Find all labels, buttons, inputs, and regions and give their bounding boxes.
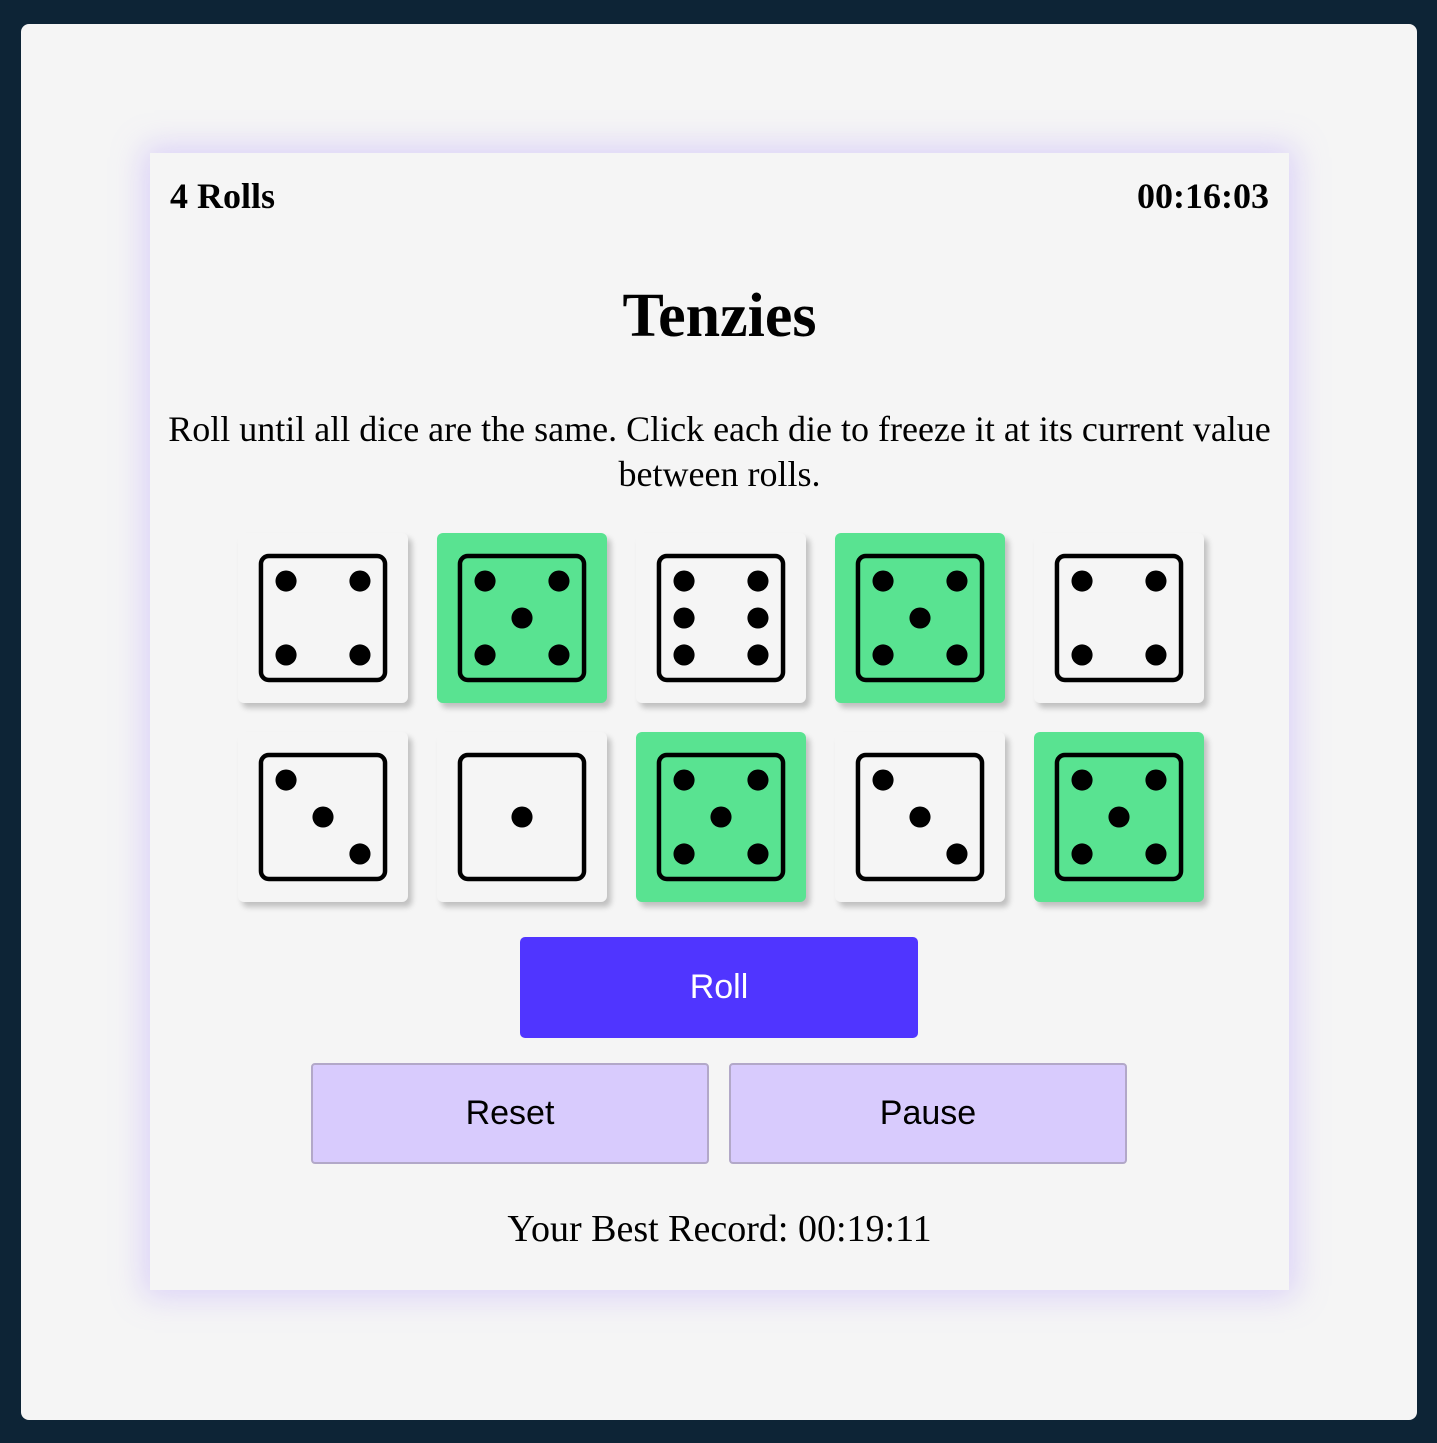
die-6[interactable]	[238, 732, 408, 902]
die-pip	[673, 644, 695, 666]
die-pip	[946, 843, 968, 865]
die-face-5-icon	[656, 752, 786, 882]
rolls-counter: 4 Rolls	[170, 176, 276, 216]
die-face-5-icon	[1054, 752, 1184, 882]
die-pip	[747, 769, 769, 791]
die-10[interactable]	[1034, 732, 1204, 902]
pause-button[interactable]: Pause	[729, 1063, 1127, 1164]
die-pip	[909, 806, 931, 828]
die-pip	[275, 570, 297, 592]
die-7[interactable]	[437, 732, 607, 902]
die-pip	[1145, 843, 1167, 865]
die-pip	[511, 806, 533, 828]
die-pip	[946, 644, 968, 666]
die-pip	[1108, 806, 1130, 828]
die-pip	[548, 644, 570, 666]
die-pip	[747, 607, 769, 629]
die-pip	[1071, 843, 1093, 865]
die-pip	[1071, 769, 1093, 791]
die-3[interactable]	[636, 533, 806, 703]
app-frame: 4 Rolls 00:16:03 Tenzies Roll until all …	[21, 24, 1417, 1420]
die-pip	[710, 806, 732, 828]
instructions-text: Roll until all dice are the same. Click …	[168, 409, 1271, 494]
reset-button[interactable]: Reset	[311, 1063, 709, 1164]
die-pip	[511, 607, 533, 629]
die-pip	[349, 570, 371, 592]
die-pip	[1145, 570, 1167, 592]
die-pip	[747, 843, 769, 865]
die-4[interactable]	[835, 533, 1005, 703]
die-face-5-icon	[855, 553, 985, 683]
die-pip	[1145, 644, 1167, 666]
die-pip	[673, 843, 695, 865]
die-pip	[872, 644, 894, 666]
die-pip	[275, 769, 297, 791]
best-record: Your Best Record: 00:19:11	[507, 1208, 932, 1250]
game-card: 4 Rolls 00:16:03 Tenzies Roll until all …	[150, 153, 1289, 1290]
die-pip	[1071, 570, 1093, 592]
page-title: Tenzies	[622, 282, 817, 350]
die-pip	[349, 843, 371, 865]
die-pip	[872, 570, 894, 592]
die-pip	[349, 644, 371, 666]
die-face-1-icon	[457, 752, 587, 882]
die-pip	[872, 769, 894, 791]
die-face-5-icon	[457, 553, 587, 683]
die-pip	[673, 570, 695, 592]
die-2[interactable]	[437, 533, 607, 703]
status-bar: 4 Rolls 00:16:03	[170, 175, 1269, 217]
die-pip	[909, 607, 931, 629]
die-face-3-icon	[855, 752, 985, 882]
die-pip	[312, 806, 334, 828]
game-timer: 00:16:03	[1137, 176, 1269, 216]
die-pip	[474, 570, 496, 592]
roll-button[interactable]: Roll	[520, 937, 918, 1038]
die-9[interactable]	[835, 732, 1005, 902]
dice-grid	[238, 533, 1208, 902]
die-pip	[946, 570, 968, 592]
die-1[interactable]	[238, 533, 408, 703]
die-pip	[474, 644, 496, 666]
die-pip	[548, 570, 570, 592]
die-8[interactable]	[636, 732, 806, 902]
die-pip	[673, 769, 695, 791]
die-pip	[275, 644, 297, 666]
die-face-3-icon	[258, 752, 388, 882]
die-face-4-icon	[1054, 553, 1184, 683]
die-face-4-icon	[258, 553, 388, 683]
die-face-6-icon	[656, 553, 786, 683]
die-pip	[1071, 644, 1093, 666]
die-pip	[747, 644, 769, 666]
die-pip	[1145, 769, 1167, 791]
die-pip	[673, 607, 695, 629]
die-pip	[747, 570, 769, 592]
die-5[interactable]	[1034, 533, 1204, 703]
